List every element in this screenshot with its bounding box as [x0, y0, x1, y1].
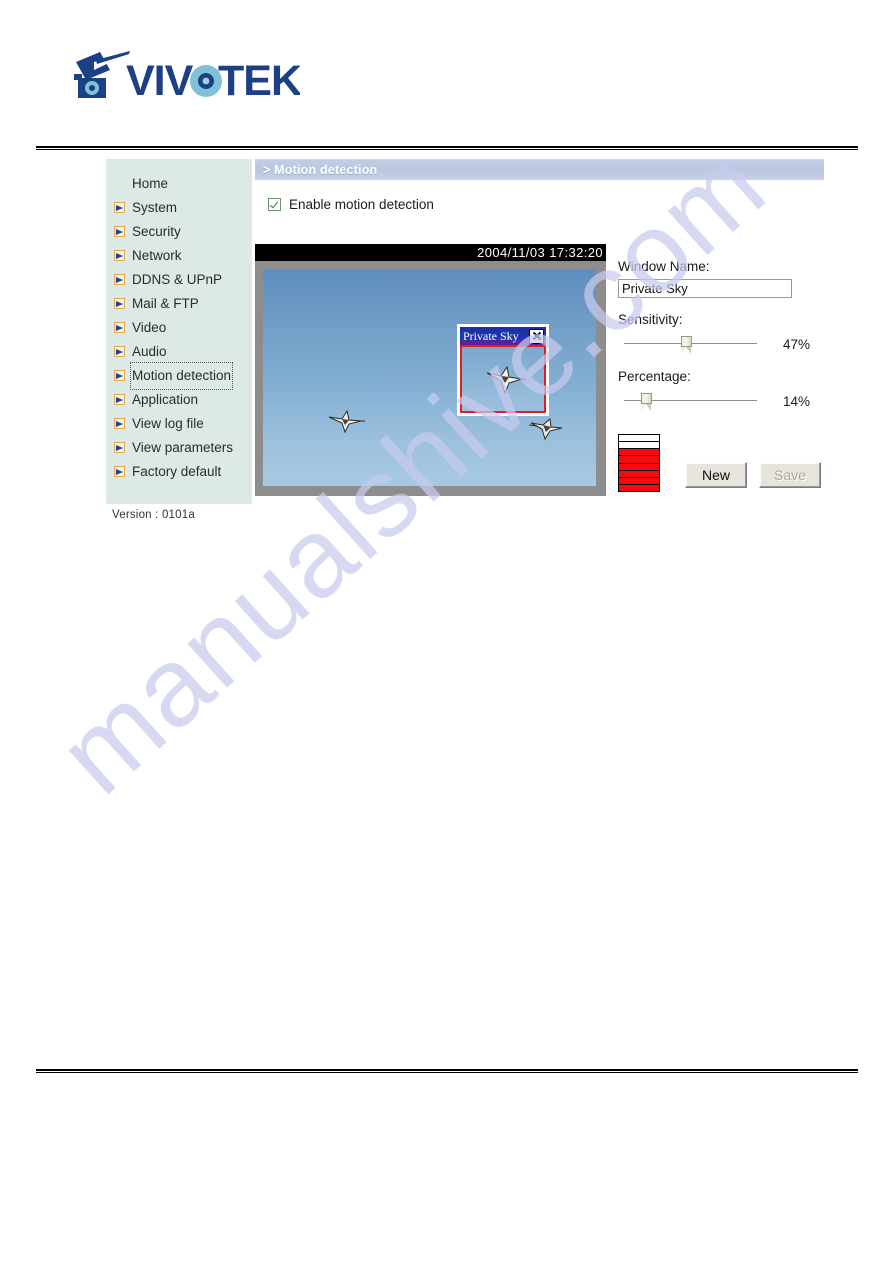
meter-segment	[619, 435, 659, 443]
sidebar-nav: Home System Security Network DDNS & UPnP…	[106, 159, 252, 521]
arrow-right-icon	[114, 370, 125, 381]
arrow-right-icon	[114, 466, 125, 477]
meter-segment	[619, 477, 659, 485]
motion-window-title: Private Sky	[463, 329, 519, 343]
sidebar-item-label: Home	[132, 176, 169, 191]
sensitivity-label: Sensitivity:	[618, 312, 683, 327]
page-rule-top	[36, 146, 858, 151]
sidebar-item-view-parameters[interactable]: View parameters	[106, 436, 252, 460]
sidebar-item-label: DDNS & UPnP	[132, 272, 223, 287]
arrow-right-icon	[114, 346, 125, 357]
bird-left-icon	[328, 409, 365, 434]
sidebar-item-home[interactable]: Home	[106, 172, 252, 196]
arrow-right-icon	[114, 322, 125, 333]
motion-level-meter	[618, 434, 660, 492]
motion-window-titlebar[interactable]: Private Sky	[460, 327, 546, 345]
camera-glyph-icon	[74, 51, 132, 98]
sidebar-item-video[interactable]: Video	[106, 316, 252, 340]
sidebar-item-label: Network	[132, 248, 182, 263]
sidebar-item-ddns-upnp[interactable]: DDNS & UPnP	[106, 268, 252, 292]
enable-motion-detection-checkbox[interactable]	[268, 197, 281, 211]
sidebar-item-mail-ftp[interactable]: Mail & FTP	[106, 292, 252, 316]
sidebar-item-label: Factory default	[132, 464, 222, 479]
video-timestamp-bar: 2004/11/03 17:32:20	[255, 244, 606, 261]
enable-motion-detection-row[interactable]: Enable motion detection	[268, 196, 434, 212]
svg-text:TEK: TEK	[218, 57, 300, 105]
sidebar-item-factory-default[interactable]: Factory default	[106, 460, 252, 484]
sensitivity-slider-thumb[interactable]	[681, 336, 693, 354]
arrow-right-icon	[114, 250, 125, 261]
sensitivity-slider[interactable]	[618, 333, 763, 355]
sidebar-item-label: Audio	[132, 344, 167, 359]
video-timestamp: 2004/11/03 17:32:20	[477, 245, 603, 260]
sidebar-item-label: Security	[132, 224, 181, 239]
arrow-right-icon	[114, 442, 125, 453]
percentage-value: 14%	[783, 393, 811, 409]
new-button[interactable]: New	[685, 462, 747, 488]
firmware-version-label: Version : 0101a	[112, 509, 195, 521]
window-name-label: Window Name:	[618, 259, 710, 274]
arrow-right-icon	[114, 274, 125, 285]
sensitivity-slider-row: 47%	[618, 333, 824, 355]
percentage-slider-row: 14%	[618, 390, 824, 412]
content-area: > Motion detection Enable motion detecti…	[255, 159, 824, 496]
vivotek-wordmark: VIV TEK	[126, 57, 303, 105]
close-x-icon[interactable]	[529, 328, 544, 344]
motion-settings-panel: Window Name: Sensitivity: 47% Percentage…	[618, 259, 824, 492]
sidebar-item-label: System	[132, 200, 178, 215]
meter-segment	[619, 449, 659, 457]
arrow-right-icon	[114, 226, 125, 237]
sidebar-item-label: Video	[132, 320, 167, 335]
meter-segment	[619, 456, 659, 464]
sidebar-item-view-log-file[interactable]: View log file	[106, 412, 252, 436]
sidebar-item-security[interactable]: Security	[106, 220, 252, 244]
motion-window-region[interactable]	[460, 345, 546, 413]
meter-segment	[619, 463, 659, 471]
vivotek-logo-svg: VIV TEK	[74, 51, 303, 105]
sidebar-item-system[interactable]: System	[106, 196, 252, 220]
sidebar-item-motion-detection[interactable]: Motion detection	[106, 362, 252, 390]
meter-segment	[619, 470, 659, 478]
sidebar-item-label: Motion detection	[129, 362, 234, 390]
sensitivity-value: 47%	[783, 336, 811, 352]
sidebar-item-label: Application	[132, 392, 199, 407]
page-rule-bottom	[36, 1069, 858, 1074]
bird-center-icon	[486, 365, 526, 395]
sidebar-item-network[interactable]: Network	[106, 244, 252, 268]
sidebar-item-application[interactable]: Application	[106, 388, 252, 412]
motion-detection-window[interactable]: Private Sky	[457, 324, 549, 416]
arrow-right-icon	[114, 418, 125, 429]
arrow-right-icon	[114, 394, 125, 405]
window-name-input[interactable]	[618, 279, 792, 298]
percentage-slider-thumb[interactable]	[641, 393, 653, 411]
percentage-label: Percentage:	[618, 369, 691, 384]
sidebar-item-list: Home System Security Network DDNS & UPnP…	[106, 172, 252, 484]
sidebar-item-label: View parameters	[132, 440, 234, 455]
section-header-bar: > Motion detection	[255, 159, 824, 180]
vivotek-logo: VIV TEK	[70, 48, 303, 114]
save-button[interactable]: Save	[759, 462, 821, 488]
meter-segment	[619, 484, 659, 491]
arrow-right-icon	[114, 298, 125, 309]
arrow-right-icon	[114, 202, 125, 213]
video-viewer: 2004/11/03 17:32:20 Private Sky	[255, 244, 606, 496]
meter-segment	[619, 442, 659, 450]
bird-right-icon	[529, 418, 563, 441]
sidebar-item-audio[interactable]: Audio	[106, 340, 252, 364]
percentage-slider[interactable]	[618, 390, 763, 412]
svg-text:VIV: VIV	[126, 57, 194, 105]
video-frame-border: Private Sky	[255, 261, 606, 496]
sidebar-item-label: Mail & FTP	[132, 296, 199, 311]
page-title: > Motion detection	[263, 163, 378, 177]
sidebar-item-label: View log file	[132, 416, 204, 431]
meter-and-buttons-row: New Save	[618, 430, 824, 492]
enable-motion-detection-label: Enable motion detection	[289, 196, 434, 212]
